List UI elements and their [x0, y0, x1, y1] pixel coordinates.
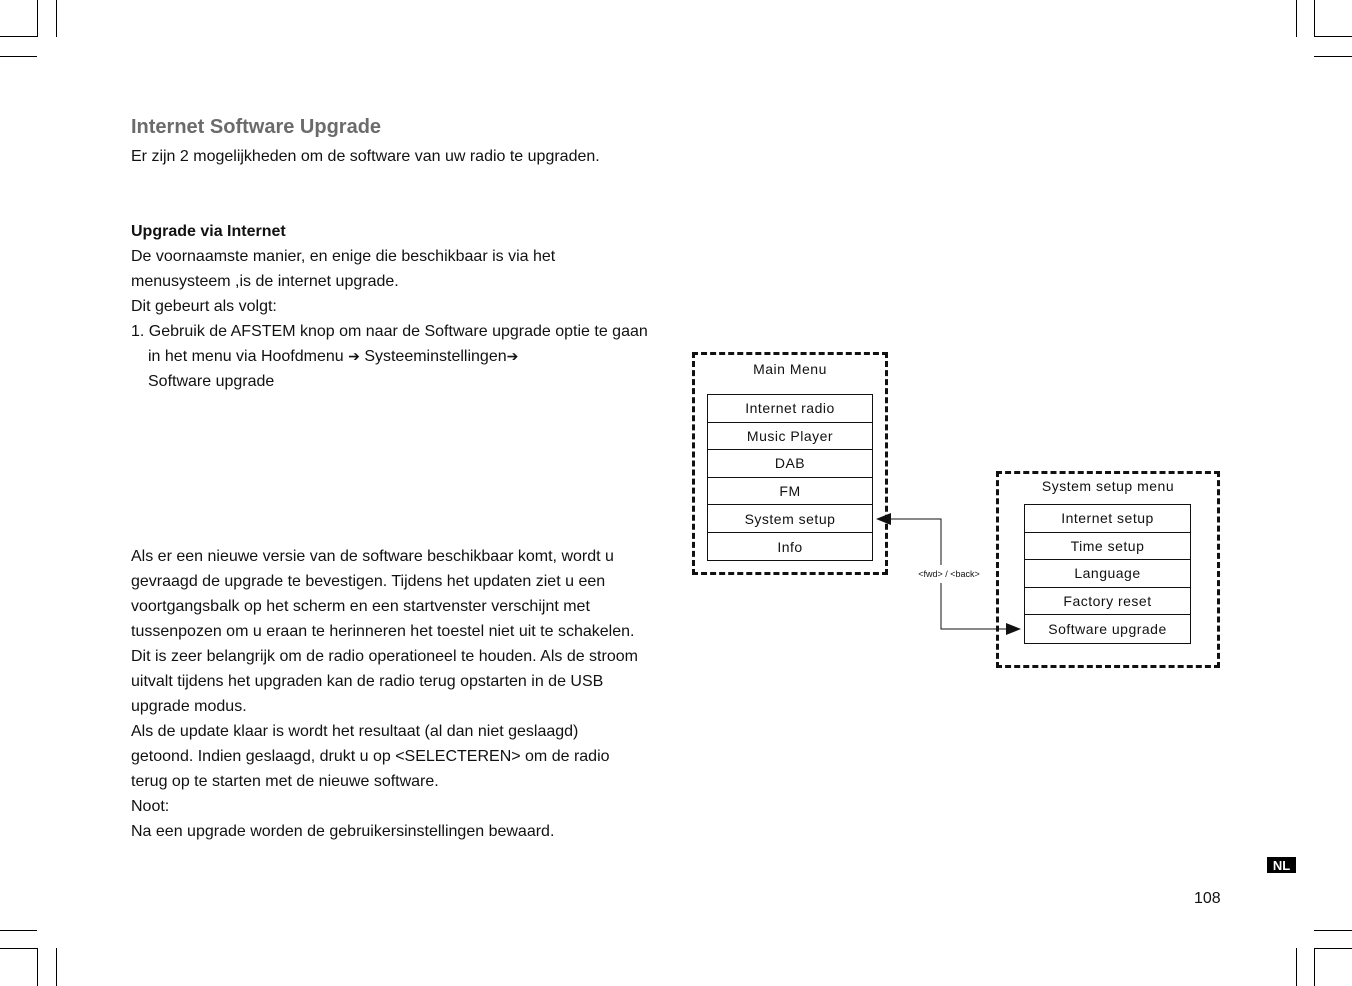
- connector-line-back: [888, 518, 942, 565]
- connector-line-fwd: [940, 583, 1006, 630]
- arrowhead-right-icon: [1006, 623, 1021, 635]
- language-badge: NL: [1267, 857, 1296, 873]
- arrowhead-left-icon: [876, 513, 891, 525]
- page-number: 108: [1194, 890, 1221, 907]
- connector-arrows: [876, 513, 1021, 635]
- connector-label: <fwd> / <back>: [918, 569, 980, 579]
